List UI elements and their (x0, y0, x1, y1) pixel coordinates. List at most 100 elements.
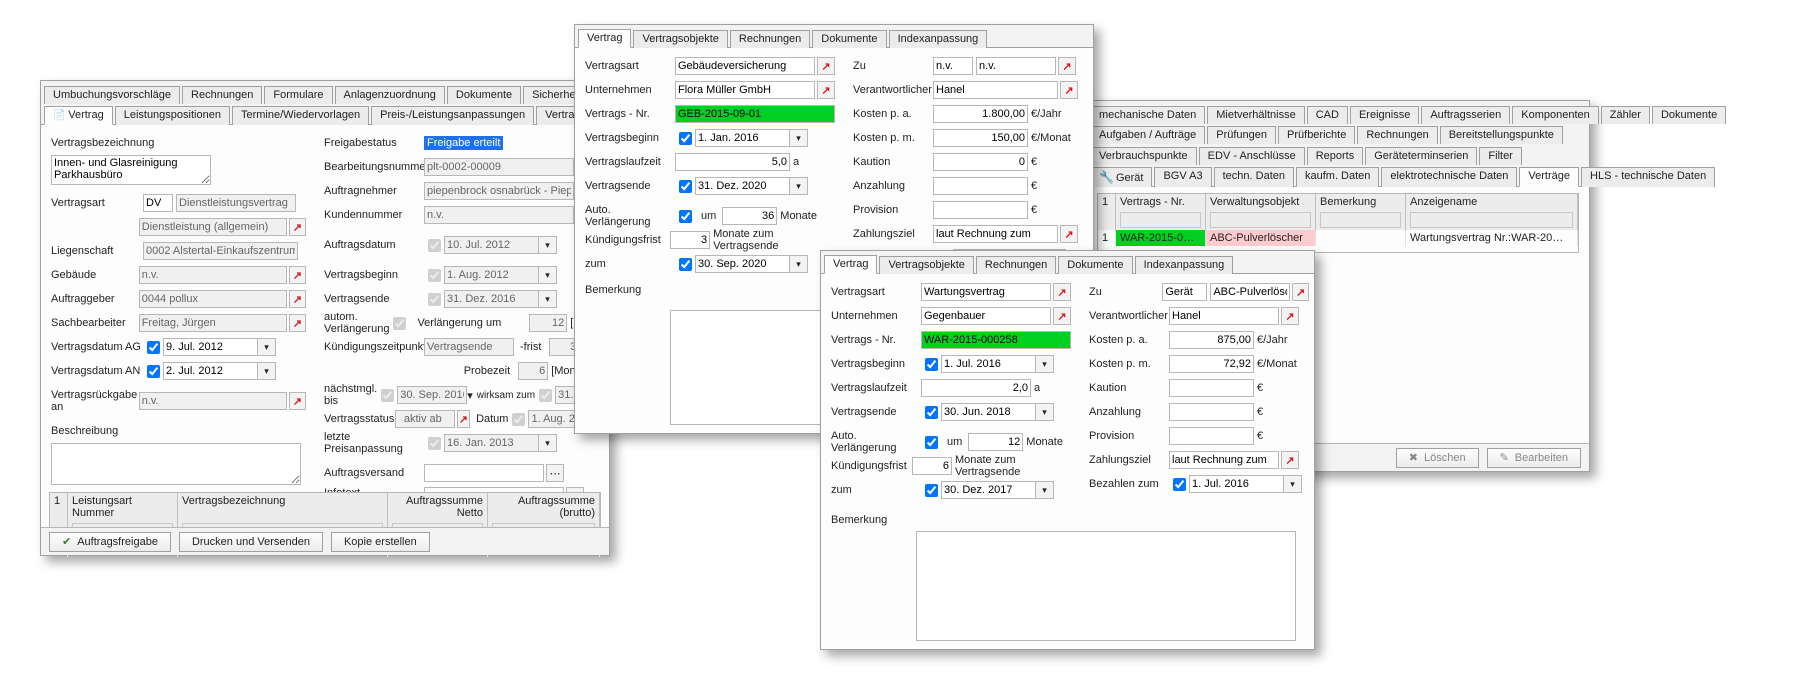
laufzeit[interactable] (921, 379, 1031, 397)
tab-ger-t[interactable]: 🔧Gerät (1090, 167, 1152, 187)
lookup-icon[interactable]: ↗ (1060, 225, 1078, 243)
zahlungsziel[interactable] (1169, 451, 1279, 469)
tab-vertragsobjekte[interactable]: Vertragsobjekte (879, 256, 973, 274)
tab-hls-technische-daten[interactable]: HLS - technische Daten (1581, 167, 1715, 187)
lookup-icon[interactable]: ↗ (1060, 81, 1078, 99)
kuend-frist[interactable] (912, 457, 952, 475)
table-row[interactable]: 1 WAR-2015-0… ABC-Pulverlöscher Wartungs… (1098, 230, 1578, 246)
col[interactable]: Verwaltungsobjekt (1206, 194, 1316, 210)
ag-check[interactable] (147, 341, 160, 354)
tab-indexanpassung[interactable]: Indexanpassung (889, 30, 988, 48)
um-monate[interactable] (722, 207, 777, 225)
filter[interactable] (1210, 212, 1311, 228)
vertragsart[interactable] (675, 57, 815, 75)
lookup-icon[interactable]: ↗ (289, 290, 306, 308)
filter[interactable] (1410, 212, 1573, 228)
lookup-icon[interactable]: ↗ (289, 392, 306, 410)
tab-komponenten[interactable]: Komponenten (1512, 106, 1599, 124)
vertragsdatum-an[interactable] (163, 362, 258, 380)
tab-rechnungen[interactable]: Rechnungen (976, 256, 1056, 274)
auftragsfreigabe-button[interactable]: ✔Auftragsfreigabe (49, 532, 171, 552)
tab-aufgaben-auftr-ge[interactable]: Aufgaben / Aufträge (1090, 126, 1205, 144)
tab-edv-anschl-sse[interactable]: EDV - Anschlüsse (1199, 147, 1305, 165)
datepicker-icon[interactable]: ▾ (1036, 481, 1054, 499)
tab-leistungspositionen[interactable]: Leistungspositionen (115, 106, 230, 125)
tab-rechnungen[interactable]: Rechnungen (182, 86, 262, 104)
lookup-icon[interactable]: ↗ (289, 218, 306, 236)
tab-indexanpassung[interactable]: Indexanpassung (1135, 256, 1234, 274)
provision[interactable] (933, 201, 1028, 219)
vertragsende[interactable] (695, 177, 790, 195)
tab-vertrag[interactable]: 📄 Vertrag (44, 106, 113, 125)
check[interactable] (925, 484, 938, 497)
datepicker-icon[interactable]: ▾ (258, 362, 276, 380)
tab-mietverh-ltnisse[interactable]: Mietverhältnisse (1207, 106, 1304, 124)
tab-rechnungen[interactable]: Rechnungen (1357, 126, 1437, 144)
zu-select[interactable] (933, 57, 973, 75)
tab-vertrag[interactable]: Vertrag (578, 29, 631, 48)
col[interactable]: Leistungsart Nummer (68, 493, 178, 521)
tab-dokumente[interactable]: Dokumente (1652, 106, 1726, 124)
vertrags-nr[interactable] (921, 331, 1071, 349)
vertragsdatum-ag[interactable] (163, 338, 258, 356)
tab-techn-daten[interactable]: techn. Daten (1214, 167, 1294, 187)
zahlungsziel[interactable] (933, 225, 1058, 243)
tab-filter[interactable]: Filter (1479, 147, 1521, 165)
beschreibung-text[interactable] (51, 443, 301, 485)
tab-bgv-a3[interactable]: BGV A3 (1154, 167, 1211, 187)
provision[interactable] (1169, 427, 1254, 445)
check[interactable] (925, 358, 938, 371)
anzahlung[interactable] (1169, 403, 1254, 421)
col[interactable]: Vertrags - Nr. (1116, 194, 1206, 210)
tab-anlagenzuordnung[interactable]: Anlagenzuordnung (335, 86, 445, 104)
kaution[interactable] (933, 153, 1028, 171)
tab-rechnungen[interactable]: Rechnungen (730, 30, 810, 48)
bearbeiten-button[interactable]: ✎Bearbeiten (1487, 448, 1581, 468)
kuend-zum[interactable] (941, 481, 1036, 499)
tab-dokumente[interactable]: Dokumente (812, 30, 886, 48)
bezahlen-zum[interactable] (1189, 475, 1284, 493)
datepicker-icon[interactable]: ▾ (1036, 355, 1054, 373)
datepicker-icon[interactable]: ▾ (1284, 475, 1302, 493)
tab-z-hler[interactable]: Zähler (1601, 106, 1650, 124)
autoverl-check[interactable] (679, 210, 692, 223)
kosten-pm[interactable] (1169, 355, 1254, 373)
kaution[interactable] (1169, 379, 1254, 397)
check[interactable] (679, 258, 692, 271)
verantwortlicher[interactable] (933, 81, 1058, 99)
kuend-frist[interactable] (670, 231, 710, 249)
lookup-icon[interactable]: ↗ (1053, 283, 1071, 301)
tab-formulare[interactable]: Formulare (264, 86, 332, 104)
check[interactable] (925, 406, 938, 419)
kosten-pa[interactable] (933, 105, 1028, 123)
tab-reports[interactable]: Reports (1307, 147, 1364, 165)
check[interactable] (679, 132, 692, 145)
lookup-icon[interactable]: ↗ (1281, 307, 1299, 325)
tab-bereitstellungspunkte[interactable]: Bereitstellungspunkte (1440, 126, 1563, 144)
tab-vertr-ge[interactable]: Verträge (1519, 167, 1579, 187)
kopie-button[interactable]: Kopie erstellen (331, 532, 430, 552)
an-check[interactable] (147, 365, 160, 378)
um-monate[interactable] (968, 433, 1023, 451)
lookup-icon[interactable]: ↗ (817, 57, 835, 75)
laufzeit[interactable] (675, 153, 790, 171)
filter[interactable] (1120, 212, 1201, 228)
tab-preis-leistungsanpassungen[interactable]: Preis-/Leistungsanpassungen (371, 106, 534, 125)
lookup-icon[interactable]: ↗ (289, 266, 306, 284)
drucken-button[interactable]: Drucken und Versenden (179, 532, 323, 552)
tab-dokumente[interactable]: Dokumente (1058, 256, 1132, 274)
lookup-icon[interactable]: ↗ (1292, 283, 1309, 301)
datepicker-icon[interactable]: ▾ (1036, 403, 1054, 421)
detail-icon[interactable]: ⋯ (546, 464, 564, 482)
col[interactable]: Auftragssumme Netto (388, 493, 488, 521)
col[interactable]: Vertragsbezeichnung (178, 493, 388, 521)
tab-pr-fberichte[interactable]: Prüfberichte (1278, 126, 1355, 144)
vertragsende[interactable] (941, 403, 1036, 421)
datepicker-icon[interactable]: ▾ (258, 338, 276, 356)
tab-elektrotechnische-daten[interactable]: elektrotechnische Daten (1381, 167, 1517, 187)
col[interactable]: Anzeigename (1406, 194, 1578, 210)
check[interactable] (679, 180, 692, 193)
datepicker-icon[interactable]: ▾ (790, 177, 808, 195)
datepicker-icon[interactable]: ▾ (790, 255, 808, 273)
vertragsart-code[interactable] (143, 194, 173, 212)
